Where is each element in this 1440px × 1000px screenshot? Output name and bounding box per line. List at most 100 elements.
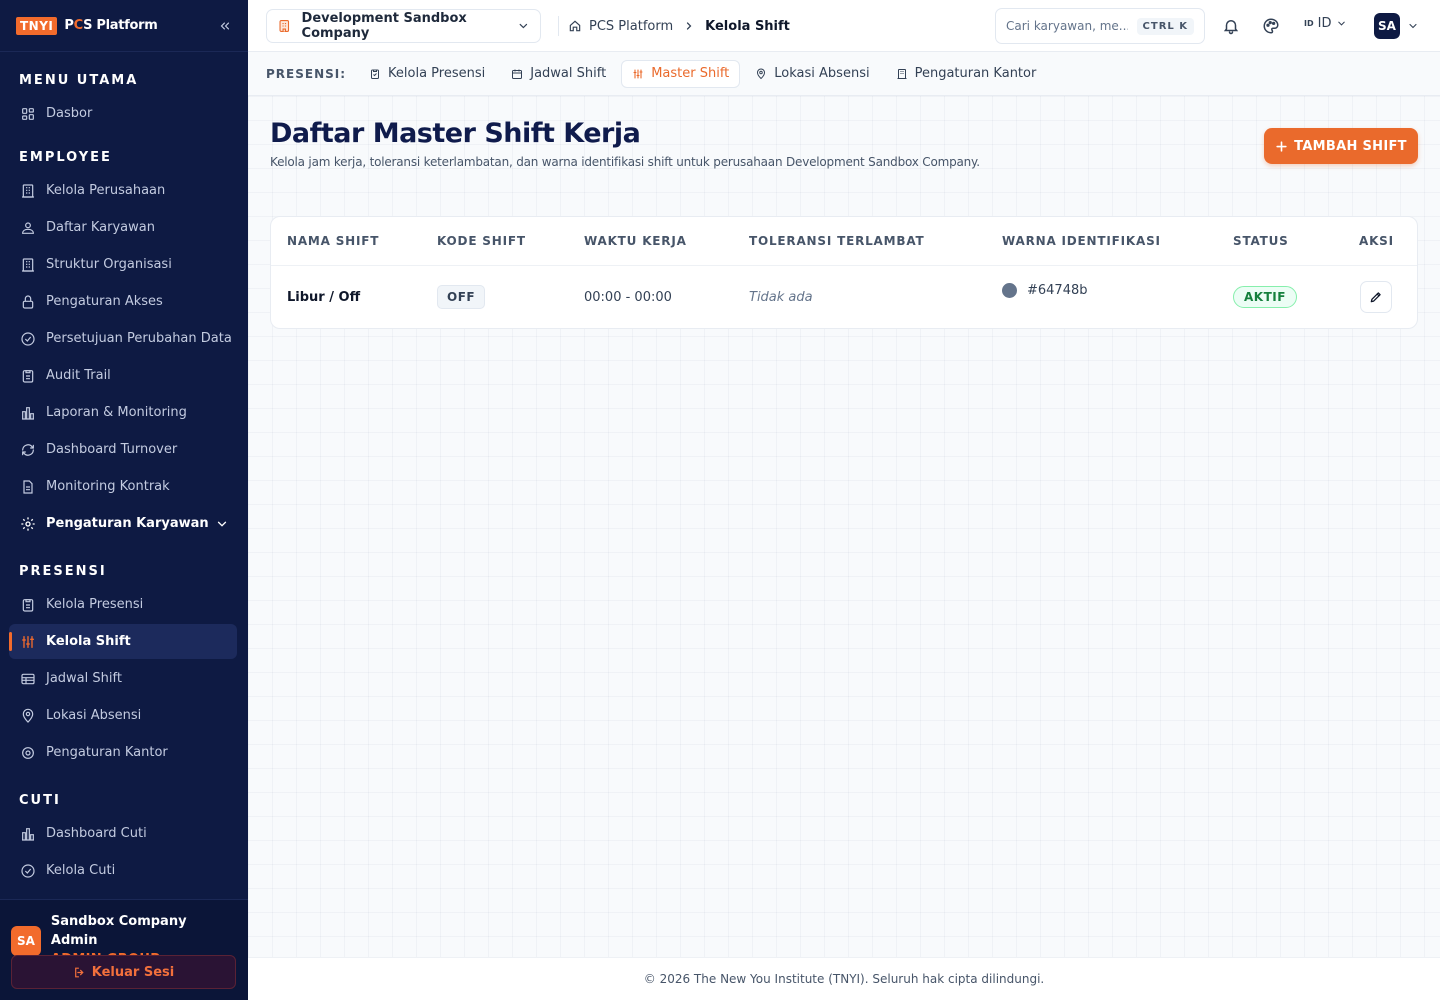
header-toleransi: TOLERANSI TERLAMBAT	[749, 234, 925, 248]
cell-tolerance: Tidak ada	[749, 289, 813, 305]
sliders-icon	[22, 635, 34, 648]
refresh-icon	[22, 443, 34, 456]
sidebar-item-label: Pengaturan Kantor	[46, 745, 168, 760]
sidebar-item-audit-trail[interactable]: Audit Trail	[9, 358, 237, 393]
status-badge: AKTIF	[1233, 286, 1297, 308]
sidebar-item-label: Struktur Organisasi	[46, 257, 172, 272]
breadcrumb-current: Kelola Shift	[705, 18, 790, 34]
brand: TNYI PCS Platform	[0, 0, 248, 52]
gear-icon	[22, 746, 34, 759]
breadcrumb: PCS Platform Kelola Shift	[558, 0, 790, 52]
map-pin-icon	[757, 68, 766, 79]
tab-master-shift[interactable]: Master Shift	[621, 59, 741, 88]
user-panel: SA Sandbox Company Admin ADMIN GROUP Kel…	[0, 899, 248, 1000]
cell-color: #64748b	[1002, 266, 1088, 314]
clipboard-icon	[22, 369, 34, 383]
sidebar-item-kelola-presensi[interactable]: Kelola Presensi	[9, 587, 237, 622]
home-icon[interactable]	[568, 19, 582, 33]
sidebar-item-pengaturan-karyawan[interactable]: Pengaturan Karyawan	[9, 506, 237, 541]
header-status: STATUS	[1233, 234, 1289, 248]
header-warna: WARNA IDENTIFIKASI	[1002, 234, 1161, 248]
logout-button[interactable]: Keluar Sesi	[11, 955, 236, 989]
tab-kelola-presensi[interactable]: Kelola Presensi	[358, 60, 496, 88]
footer: © 2026 The New You Institute (TNYI). Sel…	[248, 957, 1440, 1000]
company-name: Development Sandbox Company	[301, 11, 467, 41]
tab-label: Jadwal Shift	[530, 66, 607, 81]
table-icon	[21, 673, 35, 684]
sidebar-item-laporan-monitoring[interactable]: Laporan & Monitoring	[9, 395, 237, 430]
language-label: ID	[1317, 16, 1332, 31]
building-icon	[897, 68, 907, 79]
add-shift-button[interactable]: TAMBAH SHIFT	[1264, 128, 1418, 164]
sidebar-item-label: Lokasi Absensi	[46, 708, 142, 723]
sidebar-item-jadwal-shift[interactable]: Jadwal Shift	[9, 661, 237, 696]
section-title-presensi: PRESENSI	[19, 564, 107, 579]
tab-lokasi-absensi[interactable]: Lokasi Absensi	[744, 60, 880, 88]
page-subtitle: Kelola jam kerja, toleransi keterlambata…	[270, 155, 980, 169]
sidebar-item-label: Kelola Perusahaan	[46, 183, 166, 198]
brand-badge: TNYI	[16, 16, 58, 35]
chevron-down-icon	[519, 23, 528, 29]
page-title: Daftar Master Shift Kerja	[270, 118, 641, 149]
breadcrumb-root[interactable]: PCS Platform	[589, 19, 673, 34]
sidebar-item-label: Pengaturan Karyawan	[46, 516, 209, 531]
clipboard-icon	[22, 598, 34, 612]
sidebar-item-label: Kelola Presensi	[46, 597, 144, 612]
sidebar-item-persetujuan-perubahan-data[interactable]: Persetujuan Perubahan Data	[9, 321, 237, 356]
sidebar-item-label: Kelola Cuti	[46, 863, 116, 878]
gear-icon	[21, 516, 35, 531]
table-row: Libur / Off OFF 00:00 - 00:00 Tidak ada …	[271, 266, 1417, 328]
sidebar-item-daftar-karyawan[interactable]: Daftar Karyawan	[9, 210, 237, 245]
sidebar-item-struktur-organisasi[interactable]: Struktur Organisasi	[9, 247, 237, 282]
user-menu[interactable]: SA	[1374, 13, 1419, 39]
sidebar-item-label: Daftar Karyawan	[46, 220, 155, 235]
sidebar-item-kelola-perusahaan[interactable]: Kelola Perusahaan	[9, 173, 237, 208]
color-swatch	[1002, 282, 1017, 298]
sidebar-item-dashboard-cuti[interactable]: Dashboard Cuti	[9, 816, 237, 851]
add-shift-label: TAMBAH SHIFT	[1294, 138, 1407, 154]
sidebar-item-monitoring-kontrak[interactable]: Monitoring Kontrak	[9, 469, 237, 504]
collapse-sidebar-icon[interactable]	[218, 19, 232, 33]
building-icon	[22, 183, 34, 198]
section-title-employee: EMPLOYEE	[19, 150, 112, 165]
lock-icon	[22, 294, 34, 309]
pencil-icon	[1370, 292, 1381, 303]
section-title-cuti: CUTI	[19, 793, 61, 808]
chevron-down-icon	[1338, 21, 1346, 26]
logout-label: Keluar Sesi	[91, 964, 175, 980]
language-flag: ID	[1304, 19, 1314, 28]
sidebar-item-dasbor[interactable]: Dasbor	[9, 96, 237, 131]
company-select[interactable]: Development Sandbox Company	[266, 9, 541, 43]
sidebar-item-lokasi-absensi[interactable]: Lokasi Absensi	[9, 698, 237, 733]
sidebar-nav: MENU UTAMA Dasbor EMPLOYEE Kelola Perusa…	[0, 52, 248, 888]
main-content: Daftar Master Shift Kerja Kelola jam ker…	[248, 96, 1440, 957]
sidebar-item-pengaturan-akses[interactable]: Pengaturan Akses	[9, 284, 237, 319]
language-select[interactable]: ID ID	[1304, 16, 1347, 31]
sidebar-item-kelola-cuti[interactable]: Kelola Cuti	[9, 853, 237, 888]
check-circle-icon	[21, 863, 35, 878]
tab-pengaturan-kantor[interactable]: Pengaturan Kantor	[885, 60, 1048, 88]
plus-icon	[1276, 140, 1287, 152]
sidebar-item-label: Dasbor	[46, 106, 93, 121]
search-input[interactable]	[1006, 19, 1128, 33]
sidebar-item-label: Laporan & Monitoring	[46, 405, 187, 420]
palette-icon[interactable]	[1262, 17, 1280, 35]
sidebar-item-label: Dashboard Cuti	[46, 826, 147, 841]
chevron-right-icon	[687, 22, 692, 30]
bar-chart-icon	[22, 827, 34, 841]
sidebar-item-pengaturan-kantor[interactable]: Pengaturan Kantor	[9, 735, 237, 770]
search-box: CTRL K	[995, 8, 1205, 44]
grid-icon	[22, 107, 34, 120]
bell-icon[interactable]	[1222, 17, 1240, 35]
bar-chart-icon	[22, 406, 34, 420]
tab-label: Kelola Presensi	[388, 66, 486, 81]
search-shortcut: CTRL K	[1136, 17, 1194, 35]
sidebar: TNYI PCS Platform MENU UTAMA Dasbor EMPL…	[0, 0, 248, 1000]
sidebar-item-label: Kelola Shift	[46, 634, 131, 649]
sidebar-item-kelola-shift[interactable]: Kelola Shift	[9, 624, 237, 659]
tab-jadwal-shift[interactable]: Jadwal Shift	[500, 60, 617, 88]
shift-table: NAMA SHIFT KODE SHIFT WAKTU KERJA TOLERA…	[270, 216, 1418, 329]
edit-button[interactable]	[1360, 281, 1392, 313]
sidebar-item-label: Monitoring Kontrak	[46, 479, 170, 494]
sidebar-item-dashboard-turnover[interactable]: Dashboard Turnover	[9, 432, 237, 467]
